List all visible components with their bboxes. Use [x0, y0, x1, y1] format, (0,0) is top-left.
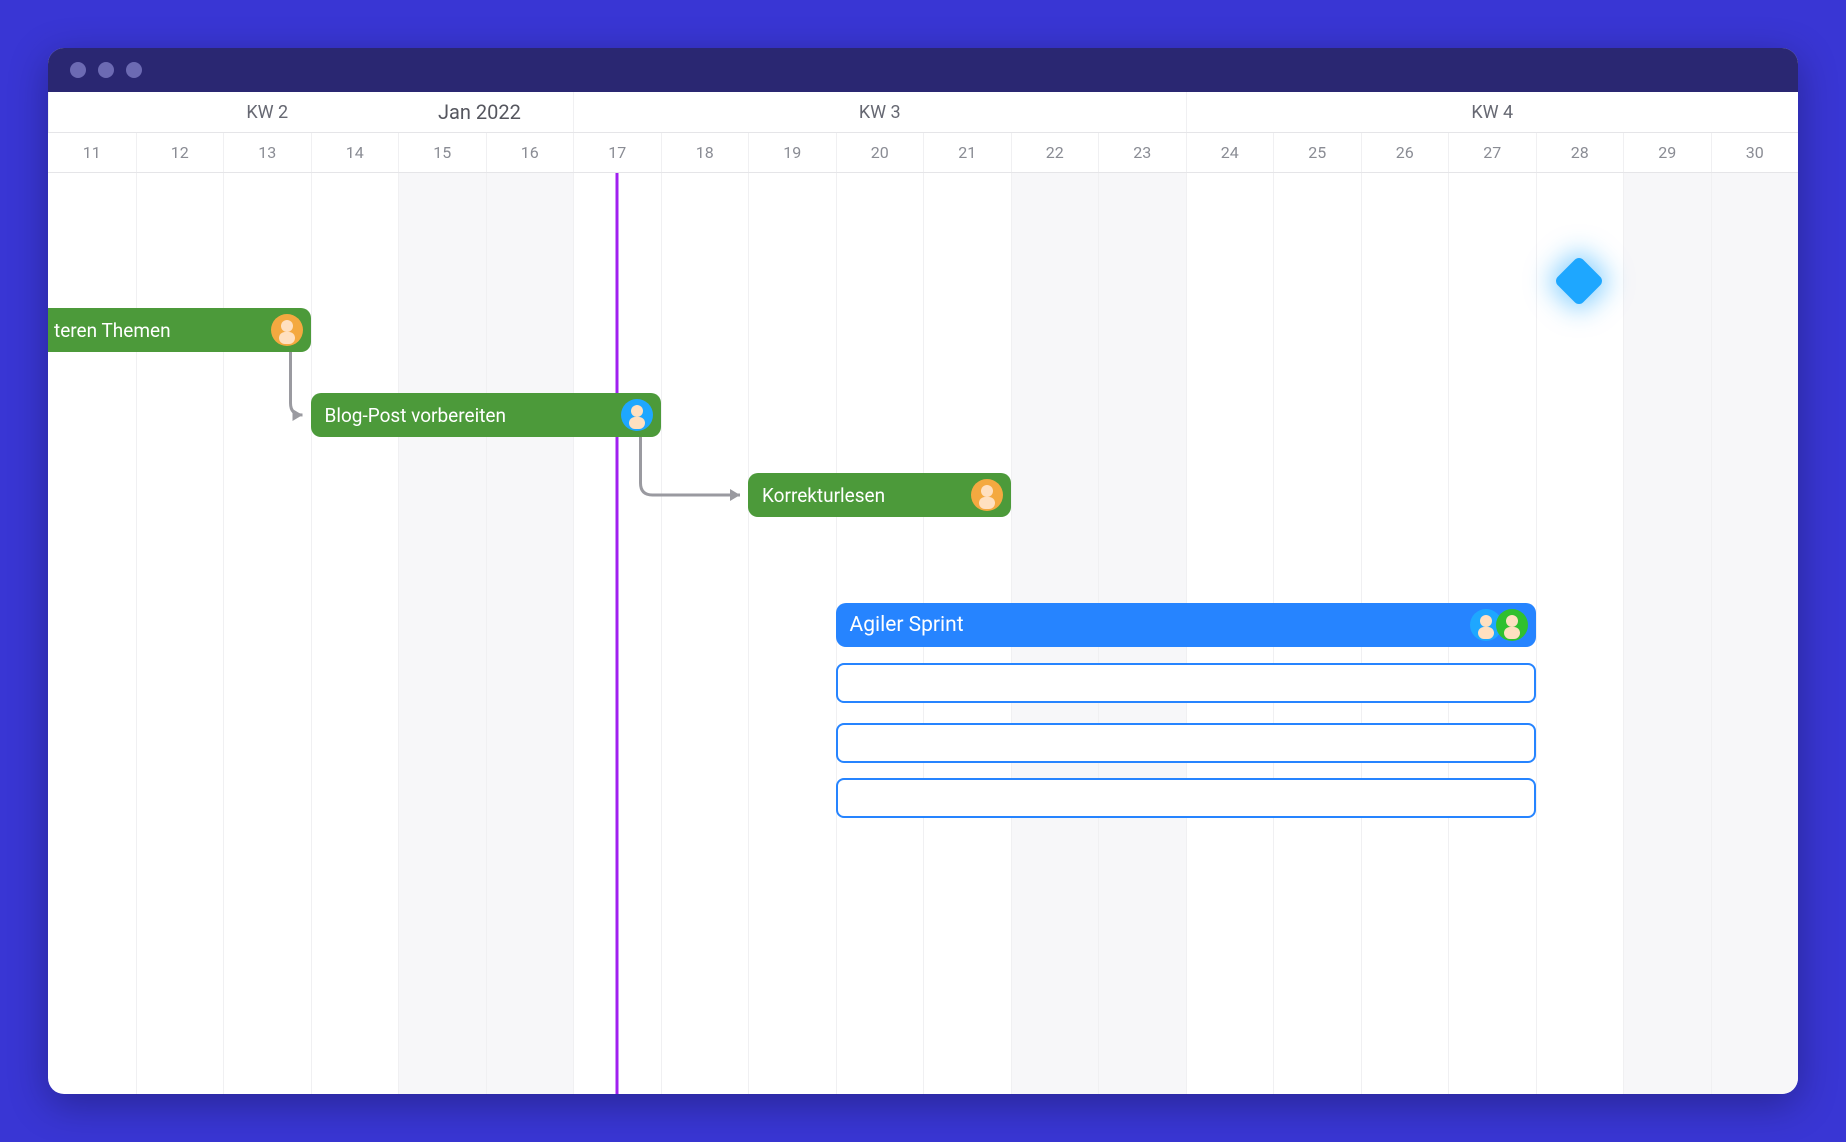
avatar[interactable]: [971, 479, 1003, 511]
month-label: Jan 2022: [438, 100, 521, 124]
window-minimize-dot[interactable]: [98, 62, 114, 78]
day-cell[interactable]: 18: [661, 133, 749, 172]
days-row: 1112131415161718192021222324252627282930: [48, 132, 1798, 172]
today-indicator-line: 17: [615, 173, 618, 1094]
day-cell[interactable]: 16: [486, 133, 574, 172]
weeks-row: Jan 2022 KW 2 KW 3KW 4: [48, 92, 1798, 132]
day-cell[interactable]: 20: [836, 133, 924, 172]
timeline-header: Jan 2022 KW 2 KW 3KW 4 111213141516171819…: [48, 92, 1798, 173]
task-bar[interactable]: Agiler Sprint: [836, 603, 1536, 647]
week-label: KW 3: [573, 92, 1186, 132]
week-label: KW 2: [48, 92, 486, 132]
day-cell[interactable]: 27: [1448, 133, 1536, 172]
avatar[interactable]: [1496, 609, 1528, 641]
day-cell[interactable]: 12: [136, 133, 224, 172]
task-bar[interactable]: Korrekturlesen: [748, 473, 1011, 517]
timeline-body[interactable]: 17 teren Themen Blog-Post vorbereiten Korr…: [48, 173, 1798, 1094]
day-cell[interactable]: 17: [573, 133, 661, 172]
day-cell[interactable]: 19: [748, 133, 836, 172]
day-cell[interactable]: 21: [923, 133, 1011, 172]
day-cell[interactable]: 29: [1623, 133, 1711, 172]
day-cell[interactable]: 14: [311, 133, 399, 172]
day-cell[interactable]: 30: [1711, 133, 1799, 172]
task-bar[interactable]: Blog-Post vorbereiten: [311, 393, 661, 437]
day-cell[interactable]: 28: [1536, 133, 1624, 172]
day-cell[interactable]: 15: [398, 133, 486, 172]
task-label: teren Themen: [54, 319, 171, 342]
subtask-bar[interactable]: [836, 723, 1536, 763]
task-bar[interactable]: teren Themen: [48, 308, 311, 352]
window-titlebar: [48, 48, 1798, 92]
avatar[interactable]: [621, 399, 653, 431]
task-label: Korrekturlesen: [762, 484, 885, 507]
window-maximize-dot[interactable]: [126, 62, 142, 78]
task-label: Agiler Sprint: [850, 613, 964, 637]
day-cell[interactable]: 23: [1098, 133, 1186, 172]
day-cell[interactable]: 24: [1186, 133, 1274, 172]
day-cell[interactable]: 22: [1011, 133, 1099, 172]
subtask-bar[interactable]: [836, 778, 1536, 818]
week-label: KW 4: [1186, 92, 1799, 132]
day-cell[interactable]: 26: [1361, 133, 1449, 172]
subtask-bar[interactable]: [836, 663, 1536, 703]
day-cell[interactable]: 11: [48, 133, 136, 172]
window-close-dot[interactable]: [70, 62, 86, 78]
app-window: Jan 2022 KW 2KW 3KW 4 111213141516171819…: [48, 48, 1798, 1094]
day-cell[interactable]: 13: [223, 133, 311, 172]
day-cell[interactable]: 25: [1273, 133, 1361, 172]
avatar[interactable]: [271, 314, 303, 346]
task-label: Blog-Post vorbereiten: [325, 404, 506, 427]
